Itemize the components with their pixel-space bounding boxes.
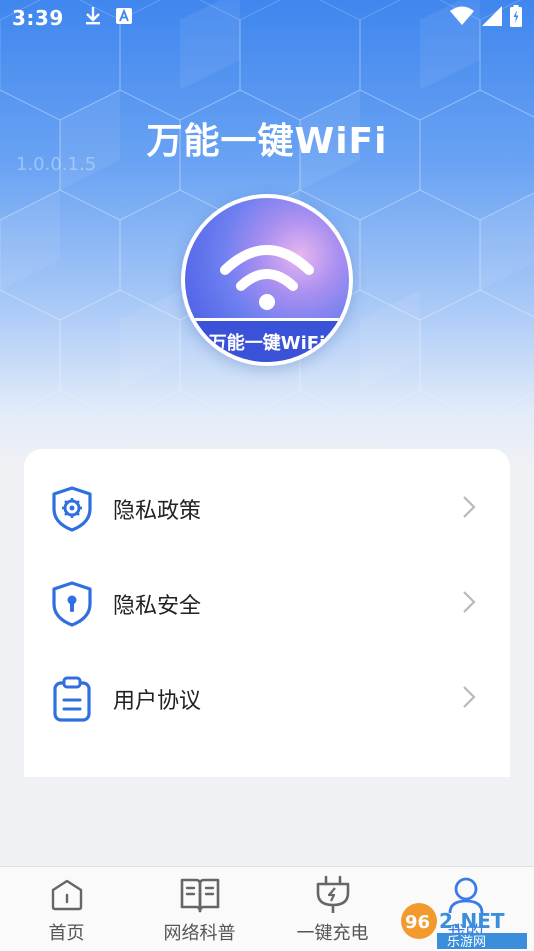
chevron-right-icon [462, 590, 476, 618]
battery-icon [510, 5, 522, 31]
book-icon [179, 875, 221, 915]
tab-network-science[interactable]: 网络科普 [133, 867, 266, 951]
site-watermark: 96 2.NET 乐游网 [394, 896, 534, 951]
status-time: 3:39 [12, 6, 64, 30]
tab-label-home: 首页 [48, 923, 85, 944]
menu-label-privacy-security: 隐私安全 [113, 593, 202, 619]
charger-icon [313, 875, 353, 915]
settings-menu-card: 隐私政策 隐私安全 用户协议 [24, 449, 510, 777]
home-icon [49, 875, 85, 915]
cell-signal-icon [482, 6, 502, 30]
menu-item-privacy-policy[interactable]: 隐私政策 [24, 461, 510, 556]
menu-item-privacy-security[interactable]: 隐私安全 [24, 556, 510, 651]
download-icon [84, 6, 102, 30]
menu-label-privacy-policy: 隐私政策 [113, 498, 202, 524]
chevron-right-icon [462, 685, 476, 713]
version-tag: 1.0.0.1.5 [16, 154, 97, 175]
menu-label-user-agreement: 用户协议 [113, 688, 202, 714]
svg-text:乐游网: 乐游网 [447, 935, 486, 950]
text-a-icon [115, 8, 132, 28]
menu-item-user-agreement[interactable]: 用户协议 [24, 651, 510, 746]
svg-text:2.NET: 2.NET [439, 909, 505, 933]
wifi-signal-icon [450, 6, 474, 30]
tab-home[interactable]: 首页 [0, 867, 133, 951]
shield-gear-icon [48, 485, 96, 533]
shield-lock-icon [48, 580, 96, 628]
status-bar: 3:39 [0, 0, 534, 36]
svg-text:96: 96 [405, 912, 430, 933]
tab-label-one-click-charge: 一键充电 [296, 923, 369, 944]
app-logo: 万能一键WiFi [181, 194, 353, 366]
clipboard-icon [48, 675, 96, 723]
chevron-right-icon [462, 495, 476, 523]
tab-one-click-charge[interactable]: 一键充电 [266, 867, 399, 951]
logo-text: 万能一键WiFi [185, 318, 349, 362]
tab-label-network-science: 网络科普 [163, 923, 236, 944]
